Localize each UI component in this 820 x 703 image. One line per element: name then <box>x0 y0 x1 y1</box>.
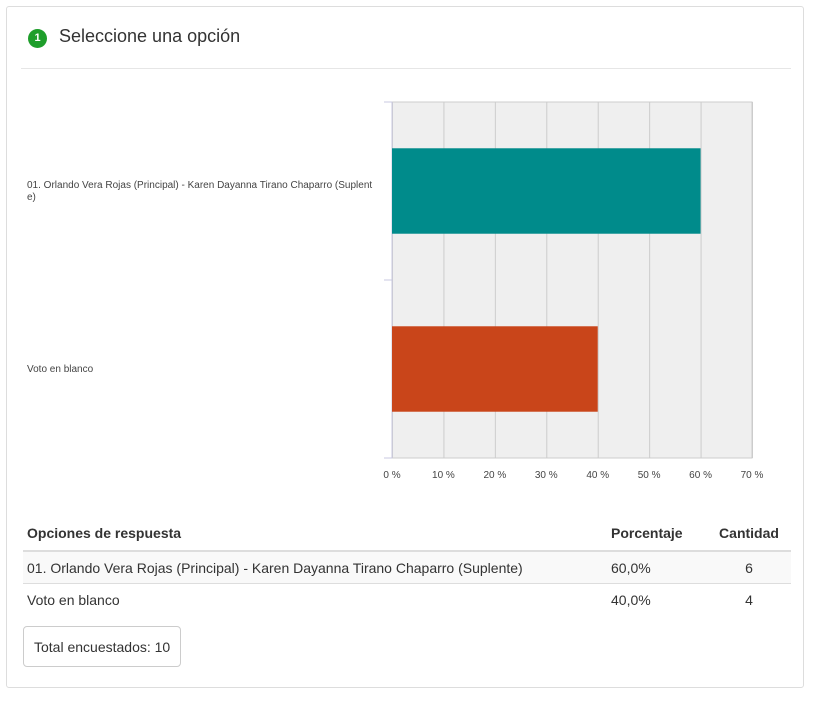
x-tick-label-3: 30 % <box>535 470 558 481</box>
col-header-options: Opciones de respuesta <box>23 514 607 552</box>
col-header-percent: Porcentaje <box>607 514 707 552</box>
x-tick-label-6: 60 % <box>689 470 712 481</box>
x-tick-label-0: 0 % <box>383 470 400 481</box>
results-table: Opciones de respuesta Porcentaje Cantida… <box>23 514 791 615</box>
bar-chart: 0 % 10 % 20 % 30 % 40 % 50 % 60 % 70 % <box>383 101 764 481</box>
row-count: 6 <box>707 550 791 584</box>
total-respondents: Total encuestados: 10 <box>23 626 182 667</box>
table-row: Voto en blanco 40,0% 4 <box>23 583 791 615</box>
table-header-row: Opciones de respuesta Porcentaje Cantida… <box>23 514 791 552</box>
row-option: 01. Orlando Vera Rojas (Principal) - Kar… <box>23 550 607 584</box>
row-count: 4 <box>707 583 791 615</box>
row-percent: 60,0% <box>607 550 707 584</box>
question-panel: 1 Seleccione una opción 01. Orlando Vera… <box>6 6 804 688</box>
row-option: Voto en blanco <box>23 583 607 615</box>
x-tick-label-1: 10 % <box>432 470 455 481</box>
x-tick-label-4: 40 % <box>586 470 609 481</box>
bar-1 <box>392 326 598 412</box>
row-percent: 40,0% <box>607 583 707 615</box>
x-tick-label-2: 20 % <box>483 470 506 481</box>
bar-0 <box>392 148 701 234</box>
x-tick-label-5: 50 % <box>638 470 661 481</box>
x-tick-label-7: 70 % <box>741 470 764 481</box>
col-header-count: Cantidad <box>707 514 791 552</box>
table-row: 01. Orlando Vera Rojas (Principal) - Kar… <box>23 550 791 584</box>
